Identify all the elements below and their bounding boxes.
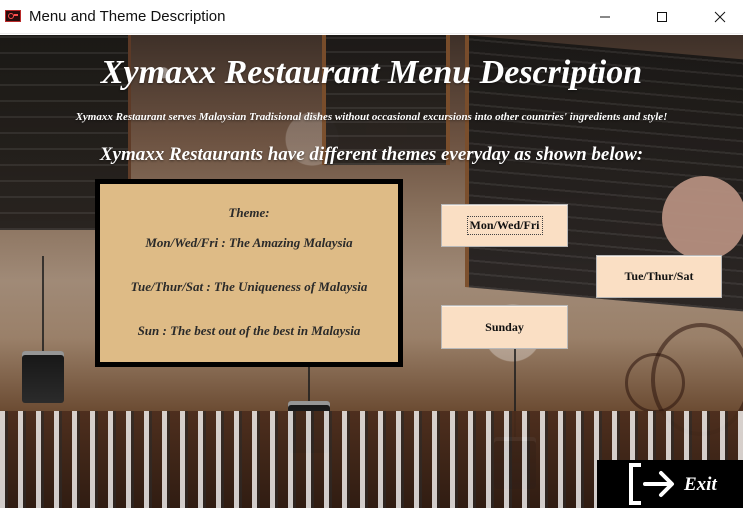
restaurant-description: Xymaxx Restaurant serves Malaysian Tradi… xyxy=(75,111,668,123)
round-sign xyxy=(662,176,743,260)
close-icon xyxy=(714,11,726,22)
themes-intro: Xymaxx Restaurants have different themes… xyxy=(99,144,644,165)
page-title: Xymaxx Restaurant Menu Description xyxy=(100,54,643,91)
wall-bike-wheel-small xyxy=(625,353,685,413)
exit-button-label: Exit xyxy=(684,473,717,495)
exit-button[interactable]: Exit xyxy=(597,460,743,508)
mon-wed-fri-button[interactable]: Mon/Wed/Fri xyxy=(441,204,568,247)
pendant-lamp-left xyxy=(22,256,64,403)
minimize-button[interactable] xyxy=(582,0,628,33)
mon-wed-fri-button-label: Mon/Wed/Fri xyxy=(466,216,543,235)
theme-line-sun: Sun : The best out of the best in Malays… xyxy=(137,323,361,338)
app-icon xyxy=(5,10,21,22)
app-window: Menu and Theme Description Xymaxx Restau… xyxy=(0,0,743,508)
sunday-button[interactable]: Sunday xyxy=(441,305,568,349)
tue-thur-sat-button[interactable]: Tue/Thur/Sat xyxy=(596,255,722,298)
sunday-button-label: Sunday xyxy=(485,319,524,334)
window-title: Menu and Theme Description xyxy=(29,8,226,25)
theme-line-tue-thur-sat: Tue/Thur/Sat : The Uniqueness of Malaysi… xyxy=(130,279,368,294)
window-titlebar: Menu and Theme Description xyxy=(0,0,743,34)
theme-heading: Theme: xyxy=(228,205,270,220)
theme-line-mon-wed-fri: Mon/Wed/Fri : The Amazing Malaysia xyxy=(145,235,353,250)
maximize-button[interactable] xyxy=(639,0,685,33)
restaurant-background: Xymaxx Restaurant Menu Description Xymax… xyxy=(0,35,743,508)
maximize-icon xyxy=(657,11,667,22)
tue-thur-sat-button-label: Tue/Thur/Sat xyxy=(624,269,694,283)
minimize-icon xyxy=(600,16,610,17)
theme-panel: Theme: Mon/Wed/Fri : The Amazing Malaysi… xyxy=(95,179,403,367)
exit-arrow-icon xyxy=(626,461,682,507)
close-button[interactable] xyxy=(697,0,743,33)
